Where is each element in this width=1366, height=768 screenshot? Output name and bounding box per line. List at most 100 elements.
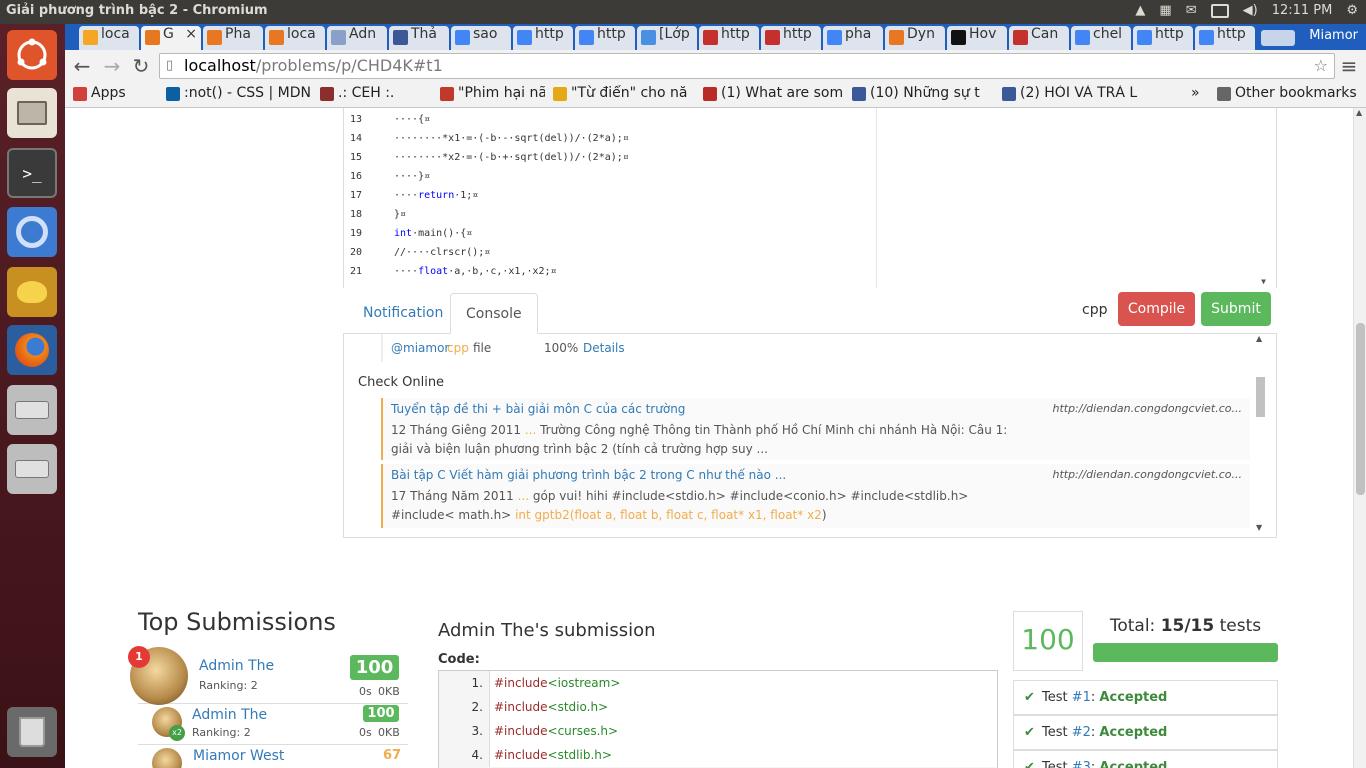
editor-line[interactable]: 18}¤ [344,209,874,228]
submitter-name[interactable]: Admin The [192,707,267,723]
scroll-up-icon[interactable]: ▲ [1256,334,1262,343]
result-url[interactable]: http://diendan.congdongcviet.co... [1052,468,1242,481]
editor-line[interactable]: 16 ····}¤ [344,171,874,190]
other-bookmarks[interactable]: Other bookmarks [1217,85,1357,101]
browser-tab[interactable]: http [761,26,821,50]
scroll-up-icon[interactable]: ▲ [1356,108,1362,117]
test-number-link[interactable]: #2 [1072,725,1091,740]
line-code[interactable]: ········*x1·=·(-b·-·sqrt(del))/·(2*a);¤ [394,133,629,144]
close-tab-icon[interactable]: × [185,26,197,42]
browser-tab[interactable]: http [513,26,573,50]
submit-button[interactable]: Submit [1201,292,1271,326]
tab-console[interactable]: Console [450,293,538,334]
trash-icon[interactable] [7,707,57,757]
browser-tab[interactable]: http [575,26,635,50]
bookmark-item[interactable]: .: CEH :. [320,85,430,101]
line-code[interactable]: ····{¤ [394,114,430,125]
terminal-icon[interactable]: >_ [7,148,57,198]
battery-icon[interactable] [1210,3,1229,18]
browser-tab[interactable]: G × [141,26,201,50]
line-code[interactable]: ····return·1;¤ [394,190,478,201]
top-submission-item[interactable]: Miamor West 67 [138,746,408,768]
drive-icon[interactable] [7,385,57,435]
browser-tab[interactable]: Hov [947,26,1007,50]
test-result-row[interactable]: ✔ Test #3: Accepted [1013,750,1278,768]
page-scroll-thumb[interactable] [1356,323,1365,495]
editor-line[interactable]: 15 ········*x2·=·(-b·+·sqrt(del))/·(2*a);… [344,152,874,171]
result-title-link[interactable]: Tuyển tập đề thi + bài giải môn C của cá… [391,402,685,416]
line-code[interactable]: ····float·a,·b,·c,·x1,·x2;¤ [394,266,557,277]
menu-icon[interactable]: ≡ [1337,54,1361,78]
submission-code[interactable]: 1. #include<iostream> 2. #include<stdio.h> 3… [438,670,998,768]
test-number-link[interactable]: #3 [1072,760,1091,768]
browser-tab[interactable]: Thả [389,26,449,50]
firefox-icon[interactable] [7,325,57,375]
settings-gear-icon[interactable]: ⚙ [1346,3,1358,18]
network-icon[interactable]: ▦ [1159,3,1171,18]
bookmark-item[interactable]: Apps [73,85,133,101]
drive-icon[interactable] [7,444,57,494]
volume-icon[interactable]: ◀) [1243,3,1258,18]
test-result-row[interactable]: ✔ Test #2: Accepted [1013,715,1278,750]
result-title-link[interactable]: Bài tập C Viết hàm giải phương trình bậc… [391,468,786,482]
test-number-link[interactable]: #1 [1072,690,1091,705]
browser-tab[interactable]: loca [265,26,325,50]
teapot-icon[interactable] [7,267,57,317]
editor-line[interactable]: 21 ····float·a,·b,·c,·x1,·x2;¤ [344,266,874,285]
scroll-down-icon[interactable]: ▼ [1256,523,1262,532]
editor-line[interactable]: 14 ········*x1·=·(-b·-·sqrt(del))/·(2*a);… [344,133,874,152]
row-details-link[interactable]: Details [583,334,625,362]
browser-tab[interactable]: [Lớp [637,26,697,50]
submitter-name[interactable]: Miamor West [193,748,284,764]
line-code[interactable]: int·main()·{¤ [394,228,472,239]
page-scrollbar[interactable]: ▲ [1353,108,1366,768]
address-bar[interactable]: ▯ localhost/problems/p/CHD4K#t1 ☆ [159,53,1335,79]
bookmark-item[interactable]: (2) HỎI VÀ TRẢ L [1002,85,1142,101]
editor-line[interactable]: 13 ····{¤ [344,114,874,133]
console-scrollbar[interactable]: ▲ ▼ [1254,334,1268,534]
bookmarks-overflow[interactable]: » [1191,85,1200,101]
result-url[interactable]: http://diendan.congdongcviet.co... [1052,402,1242,415]
top-submission-item[interactable]: x2 Admin The Ranking: 2 100 0s 0KB [138,705,408,745]
bookmark-item[interactable]: "Từ điển" cho nă [553,85,695,101]
tab-notification[interactable]: Notification [348,293,458,334]
mail-icon[interactable]: ✉ [1186,3,1197,18]
editor-line[interactable]: 19 int·main()·{¤ [344,228,874,247]
submitter-name[interactable]: Admin The [199,658,274,674]
browser-tab[interactable]: Dyn [885,26,945,50]
console-scroll-thumb[interactable] [1256,377,1265,417]
bookmark-item[interactable]: (10) Những sự t [852,85,992,101]
editor-scroll-down-icon[interactable]: ▼ [1261,277,1266,286]
wifi-icon[interactable]: ▲ [1135,3,1145,18]
bookmark-item[interactable]: (1) What are som [703,85,843,101]
avatar[interactable] [152,748,182,768]
browser-tab[interactable]: Can [1009,26,1069,50]
browser-tab[interactable]: sao [451,26,511,50]
editor-line[interactable]: 20 //····clrscr();¤ [344,247,874,266]
line-code[interactable]: ····}¤ [394,171,430,182]
browser-tab[interactable]: Pha [203,26,263,50]
bookmark-item[interactable]: :not() - CSS | MDN [166,85,314,101]
star-bookmark-icon[interactable]: ☆ [1314,54,1328,78]
profile-name[interactable]: Miamor [1309,28,1358,43]
top-submission-item[interactable]: 1 Admin The Ranking: 2 100 0s 0KB [128,646,408,705]
forward-arrow-icon[interactable]: → [100,54,124,78]
line-code[interactable]: //····clrscr();¤ [394,247,490,258]
editor-line[interactable]: 17 ····return·1;¤ [344,190,874,209]
browser-tab[interactable]: pha [823,26,883,50]
browser-tab[interactable]: chel [1071,26,1131,50]
compile-button[interactable]: Compile [1118,292,1195,326]
browser-tab[interactable]: loca [79,26,139,50]
row-user[interactable]: @miamor [391,334,449,362]
reload-icon[interactable]: ↻ [129,54,153,78]
code-editor[interactable]: 13 ····{¤ 14 ········*x1·=·(-b·-·sqrt(del))… [343,108,1277,288]
browser-tab[interactable]: http [1133,26,1193,50]
line-code[interactable]: }¤ [394,209,406,220]
bookmark-item[interactable]: "Phim hại não" [440,85,545,101]
browser-tab[interactable]: http [699,26,759,50]
chromium-icon[interactable] [7,207,57,257]
clock[interactable]: 12:11 PM [1272,3,1333,18]
back-arrow-icon[interactable]: ← [70,54,94,78]
files-icon[interactable] [7,88,57,138]
browser-tab[interactable]: http [1195,26,1255,50]
